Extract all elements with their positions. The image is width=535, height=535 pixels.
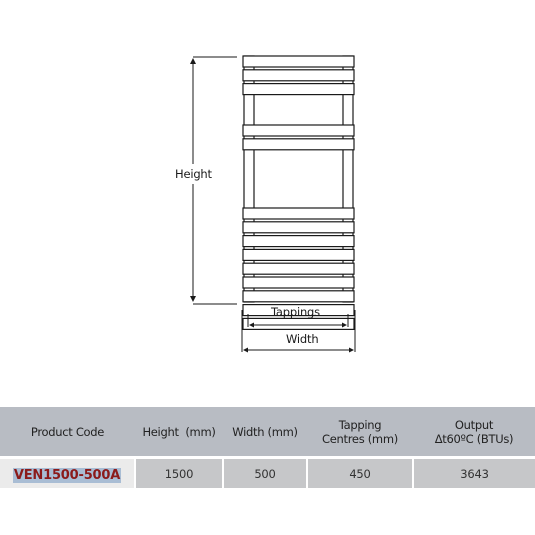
header-width-text: Width (mm) bbox=[232, 424, 298, 439]
radiator-bar bbox=[242, 290, 355, 303]
cell-product-code: VEN1500-500A bbox=[0, 459, 135, 488]
radiator-bar bbox=[242, 55, 355, 68]
header-width: Width (mm) bbox=[223, 407, 307, 456]
radiator-bar bbox=[242, 221, 355, 234]
radiator-bar bbox=[242, 69, 355, 82]
radiator-bar bbox=[242, 262, 355, 275]
radiator-bar bbox=[242, 235, 355, 248]
header-output-text: Output Δt60ºC (BTUs) bbox=[434, 417, 514, 446]
cell-tapping-centres: 450 bbox=[306, 459, 413, 488]
cell-width: 500 bbox=[222, 459, 307, 488]
table-row: VEN1500-500A 1500 500 450 3643 bbox=[0, 459, 535, 488]
header-height-text: Height (mm) bbox=[142, 424, 216, 439]
product-code[interactable]: VEN1500-500A bbox=[12, 468, 122, 483]
table-header-row: Product Code Height (mm) Width (mm) Tapp… bbox=[0, 407, 535, 456]
radiator-bar bbox=[242, 317, 355, 330]
height-dimension-label: Height bbox=[175, 167, 212, 181]
width-arrow-left bbox=[243, 347, 248, 353]
cell-height: 1500 bbox=[134, 459, 223, 488]
tappings-dimension-label: Tappings bbox=[271, 305, 320, 319]
header-product-code: Product Code bbox=[0, 407, 135, 456]
product-spec-sheet: Height Tappings Width Product Code Heigh… bbox=[0, 0, 535, 535]
radiator-bar bbox=[242, 207, 355, 220]
radiator-drawing bbox=[190, 55, 356, 353]
height-arrow-up bbox=[190, 58, 196, 64]
header-product-code-text: Product Code bbox=[30, 424, 105, 439]
header-output: Output Δt60ºC (BTUs) bbox=[413, 407, 535, 456]
width-arrow-right bbox=[349, 347, 354, 353]
cell-output: 3643 bbox=[412, 459, 535, 488]
radiator-bar bbox=[242, 124, 355, 137]
radiator-bar bbox=[242, 82, 355, 96]
header-height: Height (mm) bbox=[135, 407, 223, 456]
spec-table: Product Code Height (mm) Width (mm) Tapp… bbox=[0, 407, 535, 488]
header-tapping-centres: Tapping Centres (mm) bbox=[307, 407, 413, 456]
radiator-diagram: Height Tappings Width bbox=[0, 0, 535, 390]
radiator-bar bbox=[242, 138, 355, 151]
header-tapping-centres-text: Tapping Centres (mm) bbox=[322, 417, 398, 446]
radiator-bar bbox=[242, 248, 355, 261]
height-arrow-down bbox=[190, 296, 196, 302]
width-dimension-label: Width bbox=[286, 332, 319, 346]
radiator-bar bbox=[242, 276, 355, 289]
